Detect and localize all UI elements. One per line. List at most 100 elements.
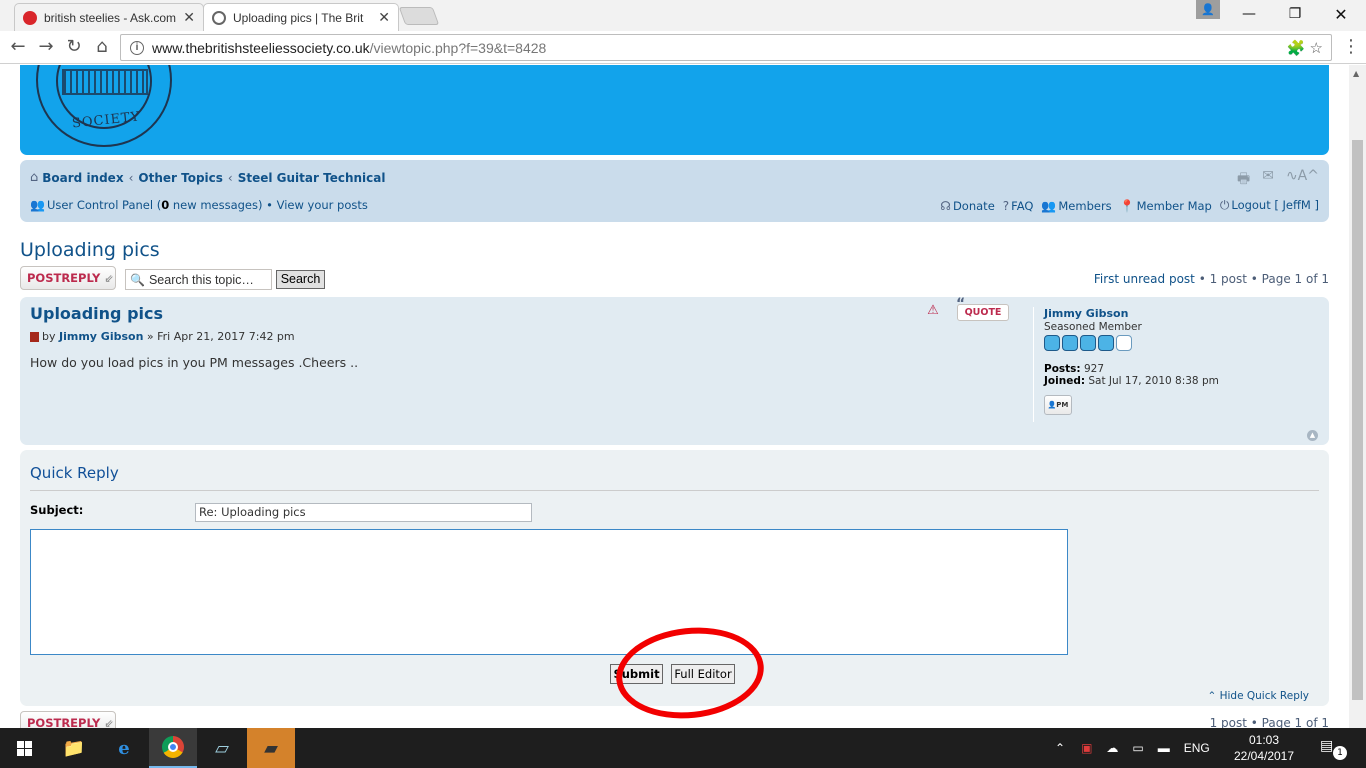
breadcrumb-steel-guitar-technical[interactable]: Steel Guitar Technical	[238, 171, 386, 185]
back-arrow-icon[interactable]: ←	[6, 35, 30, 59]
post-reply-button[interactable]: POSTREPLY ⇙	[20, 266, 116, 290]
logo-building-graphic	[62, 69, 148, 95]
windows-taskbar: 📁 e ▱ ▰ ⌃ ▣ ☁ ▭ ▬ ENG 01:03 22/04/2017 ▤…	[0, 728, 1366, 768]
notes-app-icon[interactable]: ▱	[198, 728, 246, 768]
address-bar[interactable]: i www.thebritishsteeliessociety.co.uk/vi…	[120, 34, 1332, 61]
joined-value: Sat Jul 17, 2010 8:38 pm	[1088, 375, 1219, 387]
profile-username[interactable]: Jimmy Gibson	[1044, 307, 1303, 320]
search-placeholder: Search this topic…	[148, 272, 254, 287]
antivirus-icon[interactable]: ▣	[1081, 741, 1092, 755]
chevron-up-icon[interactable]: ⌃	[1055, 741, 1065, 755]
submit-button[interactable]: Submit	[610, 664, 663, 684]
first-unread-link[interactable]: First unread post	[1094, 272, 1195, 286]
app-icon[interactable]: ▰	[247, 728, 295, 768]
members-link[interactable]: 👥 Members	[1041, 199, 1111, 213]
logout-label: Logout [ JeffM ]	[1231, 198, 1319, 212]
ucp-link[interactable]: User Control Panel (0 new messages)	[47, 198, 263, 212]
onedrive-icon[interactable]: ☁	[1106, 741, 1118, 755]
map-pin-icon: 📍	[1119, 198, 1135, 213]
system-tray: ⌃ ▣ ☁ ▭ ▬ ENG	[1055, 728, 1210, 768]
breadcrumb-board-index[interactable]: Board index	[42, 171, 123, 185]
action-center-icon[interactable]: ▤ 1	[1320, 738, 1347, 760]
search-button[interactable]: Search	[276, 270, 325, 289]
window-close-icon[interactable]: ✕	[1318, 0, 1364, 28]
view-posts-link[interactable]: View your posts	[277, 198, 368, 212]
edge-icon[interactable]: e	[100, 728, 148, 768]
post-date: » Fri Apr 21, 2017 7:42 pm	[143, 330, 295, 343]
donate-label: Donate	[952, 198, 995, 213]
message-textarea[interactable]	[30, 529, 1068, 655]
donate-link[interactable]: ☊ Donate	[940, 199, 994, 213]
menu-icon[interactable]: ⋮	[1342, 36, 1360, 57]
new-tab-button[interactable]	[398, 7, 440, 25]
minimize-icon[interactable]: —	[1226, 0, 1272, 28]
members-label: Members	[1058, 198, 1112, 213]
breadcrumb-other-topics[interactable]: Other Topics	[138, 171, 223, 185]
page-title[interactable]: Uploading pics	[20, 239, 160, 261]
site-header-banner: SOCIETY	[20, 65, 1329, 155]
society-logo[interactable]: SOCIETY	[36, 65, 172, 147]
scrollbar-thumb[interactable]	[1352, 140, 1363, 700]
tab-uploading-pics[interactable]: Uploading pics | The Brit ✕	[203, 3, 399, 31]
close-icon[interactable]: ✕	[183, 9, 195, 26]
extension-star-icons[interactable]: 🧩 ☆	[1287, 39, 1323, 57]
subject-input[interactable]: Re: Uploading pics	[195, 503, 532, 522]
ask-favicon-icon	[23, 10, 37, 25]
tab-title: Uploading pics | The Brit	[233, 10, 364, 25]
tab-title: british steelies - Ask.com	[44, 10, 177, 25]
full-editor-button[interactable]: Full Editor	[671, 664, 735, 684]
print-icon[interactable]: 🖶	[1237, 168, 1250, 192]
pagination-text: • 1 post • Page 1 of 1	[1194, 272, 1329, 286]
post-reply-button-bottom[interactable]: POSTREPLY ⇙	[20, 711, 116, 728]
pagination-bottom: 1 post • Page 1 of 1	[1209, 716, 1329, 728]
new-messages-suffix: new messages)	[169, 198, 263, 212]
hide-quick-reply-link[interactable]: ⌃ Hide Quick Reply	[1207, 690, 1309, 702]
posts-value[interactable]: 927	[1084, 363, 1104, 375]
page-scrollbar[interactable]: ▲	[1349, 65, 1366, 728]
browser-tab-bar: british steelies - Ask.com ✕ Uploading p…	[0, 0, 1366, 31]
start-button[interactable]	[0, 728, 48, 768]
tab-ask[interactable]: british steelies - Ask.com ✕	[14, 3, 204, 31]
user-icon: 👤	[1047, 401, 1057, 409]
bullet: •	[262, 198, 277, 212]
restore-icon[interactable]: ❐	[1272, 0, 1318, 28]
home-icon[interactable]: ⌂	[90, 35, 114, 59]
reply-arrow-icon: ⇙	[104, 271, 114, 285]
member-map-link[interactable]: 📍 Member Map	[1120, 199, 1212, 213]
scroll-up-icon[interactable]: ▲	[1353, 69, 1359, 78]
back-to-top-icon[interactable]: ▲	[1307, 430, 1318, 441]
chevron-left-icon: ‹	[128, 170, 134, 185]
members-icon: 👥	[1041, 198, 1057, 213]
language-indicator[interactable]: ENG	[1184, 741, 1210, 755]
posts-label: Posts:	[1044, 363, 1081, 375]
rank-image	[1044, 335, 1303, 351]
browser-toolbar: ← → ↻ ⌂ i www.thebritishsteeliessociety.…	[0, 31, 1366, 64]
font-size-icon[interactable]: ∿A^	[1286, 168, 1319, 192]
clock[interactable]: 01:03 22/04/2017	[1232, 732, 1296, 764]
search-topic-input[interactable]: 🔍 Search this topic…	[125, 269, 272, 290]
file-explorer-icon[interactable]: 📁	[50, 728, 98, 768]
display-icon[interactable]: ▭	[1132, 741, 1143, 755]
user-icon: 👥	[30, 198, 45, 212]
url-path: /viewtopic.php?f=39&t=8428	[369, 39, 547, 56]
windows-logo-icon	[16, 740, 32, 756]
power-icon: ⏻	[1219, 198, 1230, 212]
email-icon[interactable]: ✉	[1262, 168, 1274, 192]
faq-link[interactable]: ? FAQ	[1003, 199, 1034, 213]
report-icon[interactable]: ⚠	[925, 303, 941, 319]
post-icon[interactable]	[30, 331, 39, 342]
logout-link[interactable]: ⏻ Logout [ JeffM ]	[1220, 198, 1319, 213]
quote-button[interactable]: “ QUOTE	[956, 297, 1009, 321]
forward-arrow-icon[interactable]: →	[34, 35, 58, 59]
info-icon[interactable]: i	[130, 40, 144, 55]
reload-icon[interactable]: ↻	[62, 35, 86, 59]
profile-icon[interactable]: 👤	[1196, 0, 1220, 19]
chat-icon: ▤	[1320, 738, 1334, 754]
post-author-link[interactable]: Jimmy Gibson	[59, 330, 143, 343]
pm-button[interactable]: 👤PM	[1044, 395, 1072, 415]
quote-icon: “	[956, 296, 966, 312]
chrome-icon[interactable]	[149, 728, 197, 768]
close-icon[interactable]: ✕	[378, 9, 390, 26]
battery-icon[interactable]: ▬	[1158, 741, 1170, 755]
post-title[interactable]: Uploading pics	[30, 304, 163, 323]
